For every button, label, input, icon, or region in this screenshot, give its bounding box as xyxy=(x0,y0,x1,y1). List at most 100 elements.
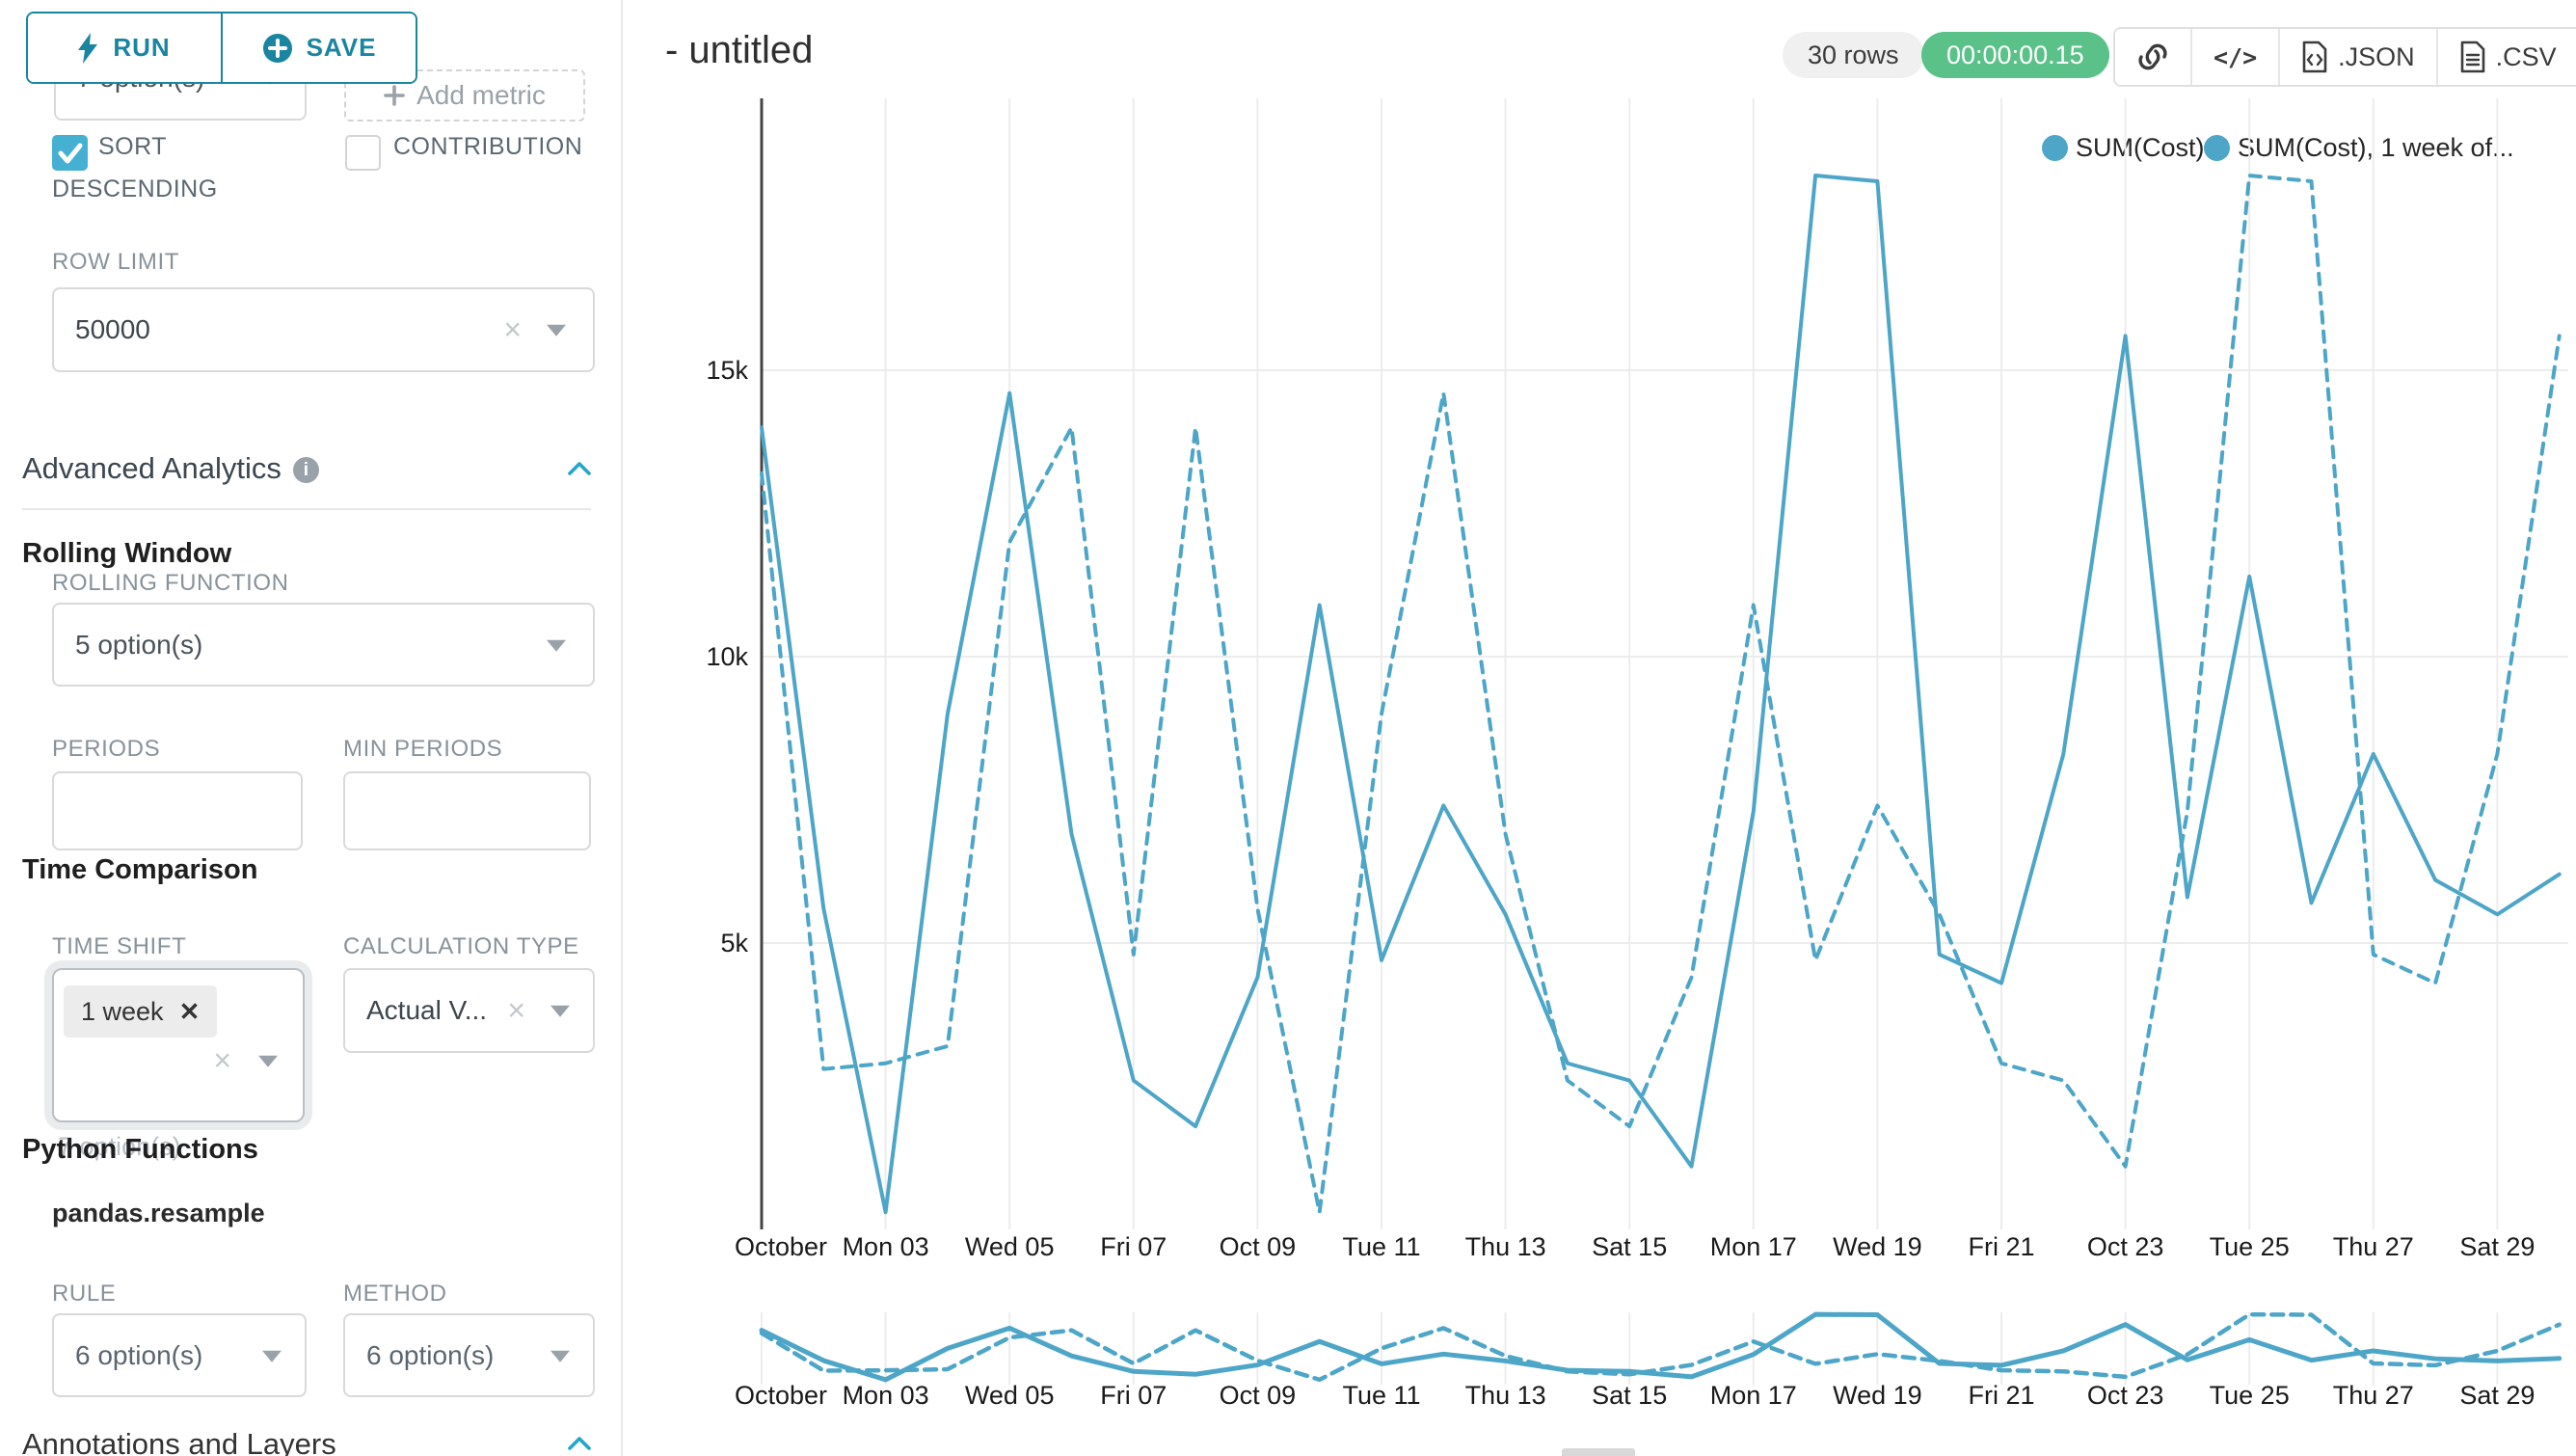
y-axis-tick-label: 15k xyxy=(706,356,748,385)
x-axis-tick-label: Sat 29 xyxy=(2459,1232,2535,1261)
mini-x-axis-tick-label: Oct 09 xyxy=(1220,1381,1297,1410)
contribution-checkbox[interactable] xyxy=(345,135,381,171)
mini-x-axis-tick-label: Mon 03 xyxy=(843,1381,929,1410)
control-panel-sidebar: 7 option(s) Add metric RUN xyxy=(0,0,621,1456)
row-limit-value: 50000 xyxy=(75,314,150,345)
time-shift-tag-label: 1 week xyxy=(81,997,164,1027)
rolling-function-label: ROLLING FUNCTION xyxy=(52,570,289,597)
annotations-title: Annotations and Layers xyxy=(22,1427,336,1456)
advanced-analytics-title: Advanced Analytics xyxy=(22,451,282,485)
run-save-button-group: RUN SAVE xyxy=(26,12,417,84)
rule-value: 6 option(s) xyxy=(75,1340,202,1371)
mini-x-axis-tick-label: Tue 11 xyxy=(1342,1381,1420,1410)
share-link-button[interactable] xyxy=(2115,29,2192,85)
mini-x-axis-tick-label: Oct 23 xyxy=(2087,1381,2164,1410)
x-axis-tick-label: October xyxy=(735,1232,827,1261)
lightning-bolt-icon xyxy=(78,33,99,64)
python-functions-title: Python Functions xyxy=(22,1134,258,1166)
save-button[interactable]: SAVE xyxy=(223,13,416,82)
rolling-function-select[interactable]: 5 option(s) xyxy=(52,603,595,687)
chevron-down-icon[interactable] xyxy=(550,1006,570,1017)
json-label: .JSON xyxy=(2338,42,2415,72)
y-axis-tick-label: 10k xyxy=(706,642,748,671)
rolling-function-value: 5 option(s) xyxy=(75,630,202,661)
add-metric-label: Add metric xyxy=(416,80,546,111)
csv-label: .CSV xyxy=(2496,42,2557,72)
rule-select[interactable]: 6 option(s) xyxy=(52,1313,307,1397)
rolling-window-title: Rolling Window xyxy=(22,538,231,570)
mini-x-axis-tick-label: Fri 21 xyxy=(1968,1381,2034,1410)
mini-x-axis-tick-label: Wed 05 xyxy=(965,1381,1055,1410)
rule-label: RULE xyxy=(52,1281,116,1308)
rows-count-badge: 30 rows xyxy=(1783,32,1924,78)
time-shift-label: TIME SHIFT xyxy=(52,933,186,960)
periods-label: PERIODS xyxy=(52,736,160,763)
chevron-down-icon[interactable] xyxy=(262,1350,282,1362)
chevron-down-icon[interactable] xyxy=(547,639,566,651)
collapse-chevron-icon[interactable] xyxy=(567,1436,592,1451)
mini-x-axis-tick-label: Wed 19 xyxy=(1833,1381,1922,1410)
x-axis-tick-label: Oct 23 xyxy=(2087,1232,2164,1261)
method-select[interactable]: 6 option(s) xyxy=(343,1313,595,1397)
collapse-chevron-icon[interactable] xyxy=(567,461,592,476)
plus-icon xyxy=(384,85,405,106)
x-axis-tick-label: Tue 11 xyxy=(1342,1232,1420,1261)
x-axis-tick-label: Oct 09 xyxy=(1220,1232,1297,1261)
panel-divider[interactable] xyxy=(621,0,623,1456)
export-json-button[interactable]: .JSON xyxy=(2280,29,2438,85)
embed-code-button[interactable]: </> xyxy=(2192,29,2280,85)
mini-x-axis-tick-label: Thu 27 xyxy=(2333,1381,2414,1410)
chevron-down-icon[interactable] xyxy=(550,1350,570,1362)
row-limit-select[interactable]: 50000 × xyxy=(52,287,595,372)
mini-x-axis-tick-label: October xyxy=(735,1381,827,1410)
mini-x-axis-tick-label: Mon 17 xyxy=(1710,1381,1797,1410)
row-limit-label: ROW LIMIT xyxy=(52,249,179,276)
time-shift-tag: 1 week ✕ xyxy=(64,985,217,1038)
link-icon xyxy=(2136,40,2169,73)
resize-handle[interactable] xyxy=(1562,1448,1635,1456)
periods-input[interactable] xyxy=(52,771,303,850)
calculation-type-select[interactable]: Actual V... × xyxy=(343,968,595,1053)
x-axis-tick-label: Wed 05 xyxy=(965,1232,1055,1261)
x-axis-tick-label: Thu 27 xyxy=(2333,1232,2414,1261)
time-comparison-title: Time Comparison xyxy=(22,854,257,886)
advanced-analytics-header[interactable]: Advanced Analytics i xyxy=(22,451,319,486)
min-periods-label: MIN PERIODS xyxy=(343,736,502,763)
section-divider xyxy=(22,508,591,510)
method-value: 6 option(s) xyxy=(366,1340,494,1371)
chevron-down-icon[interactable] xyxy=(258,1055,278,1066)
run-button-label: RUN xyxy=(113,33,170,63)
run-button[interactable]: RUN xyxy=(28,13,223,82)
json-file-icon xyxy=(2301,40,2328,73)
clear-icon[interactable]: × xyxy=(507,994,525,1025)
clear-icon[interactable]: × xyxy=(213,1044,231,1075)
clear-icon[interactable]: × xyxy=(503,313,522,344)
x-axis-tick-label: Thu 13 xyxy=(1465,1232,1546,1261)
calculation-type-value: Actual V... xyxy=(366,995,487,1026)
calculation-type-label: CALCULATION TYPE xyxy=(343,933,579,960)
series-line-dashed[interactable] xyxy=(762,175,2560,1212)
y-axis-tick-label: 5k xyxy=(720,929,748,957)
save-button-label: SAVE xyxy=(307,33,377,63)
x-axis-tick-label: Mon 03 xyxy=(843,1232,929,1261)
min-periods-input[interactable] xyxy=(343,771,591,850)
time-series-line-chart[interactable]: 15k 10k 5k October October Mon 03 Mon 03 Wed 05… xyxy=(627,87,2576,1456)
chevron-down-icon[interactable] xyxy=(547,325,566,337)
export-csv-button[interactable]: .CSV xyxy=(2438,29,2576,85)
info-icon[interactable]: i xyxy=(293,457,319,483)
code-icon: </> xyxy=(2214,43,2257,71)
time-shift-select[interactable]: 1 week ✕ × xyxy=(52,968,305,1122)
x-axis-tick-label: Fri 21 xyxy=(1968,1232,2034,1261)
sort-descending-label: SORT DESCENDING xyxy=(52,125,221,210)
x-axis-tick-label: Wed 19 xyxy=(1833,1232,1922,1261)
mini-series-line-dashed[interactable] xyxy=(762,1314,2560,1380)
chart-actions-toolbar: </> .JSON .CSV xyxy=(2113,27,2576,87)
gridlines xyxy=(762,98,2568,1385)
query-timer-badge: 00:00:00.15 xyxy=(1921,32,2109,78)
mini-x-axis-tick-label: Thu 13 xyxy=(1465,1381,1546,1410)
contribution-label: CONTRIBUTION xyxy=(393,125,582,168)
x-axis-tick-label: Mon 17 xyxy=(1710,1232,1797,1261)
mini-x-axis-tick-label: Sat 29 xyxy=(2459,1381,2535,1410)
remove-tag-icon[interactable]: ✕ xyxy=(179,997,201,1027)
chart-title[interactable]: - untitled xyxy=(665,29,813,72)
